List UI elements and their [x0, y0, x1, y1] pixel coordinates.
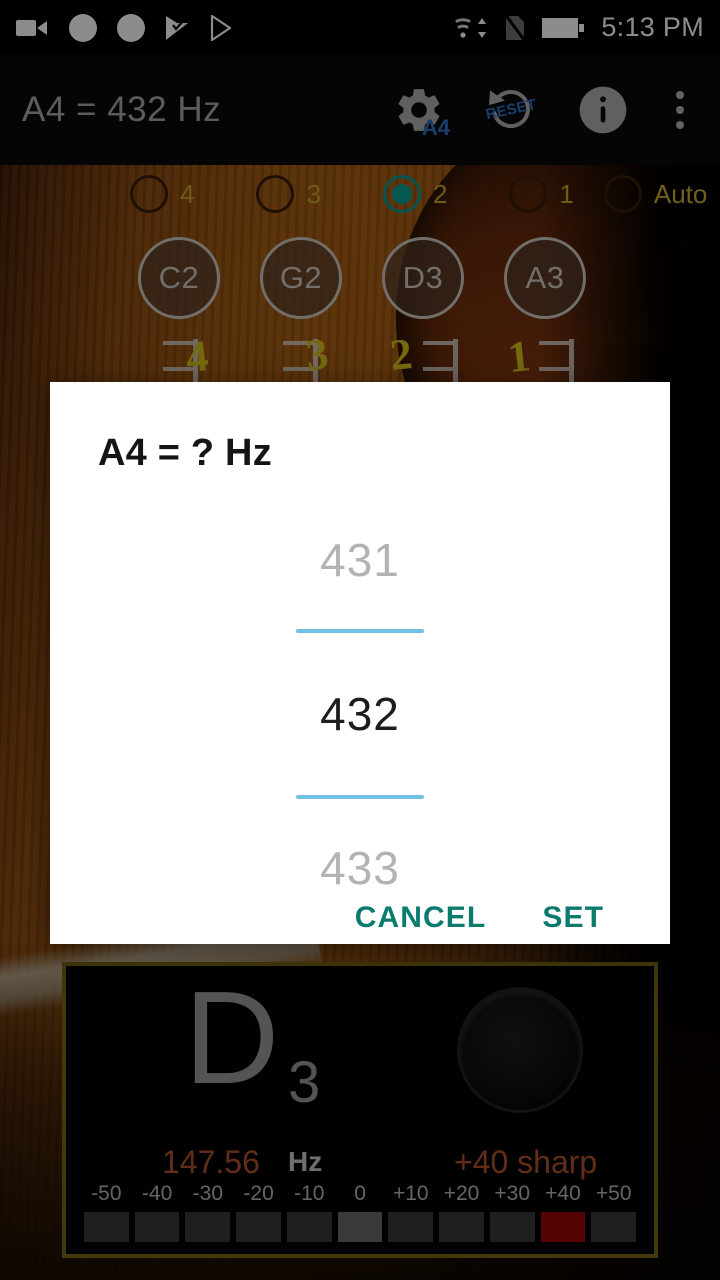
set-button[interactable]: SET: [542, 901, 604, 935]
picker-divider-top: [296, 629, 424, 633]
picker-next-value[interactable]: 433: [320, 835, 400, 901]
picker-selected-value[interactable]: 432: [320, 681, 400, 747]
dialog-action-row: CANCEL SET: [50, 901, 670, 979]
picker-divider-bottom: [296, 795, 424, 799]
frequency-number-picker[interactable]: 431 432 433: [50, 475, 670, 901]
frequency-dialog: A4 = ? Hz 431 432 433 CANCEL SET: [50, 382, 670, 944]
cancel-button[interactable]: CANCEL: [355, 901, 487, 935]
app-screen: 4 3 2 1 4 3 2 1 Auto C2 G2 D3 A3 D 3 147…: [0, 0, 720, 1280]
picker-previous-value[interactable]: 431: [320, 527, 400, 593]
dialog-title: A4 = ? Hz: [98, 432, 272, 474]
